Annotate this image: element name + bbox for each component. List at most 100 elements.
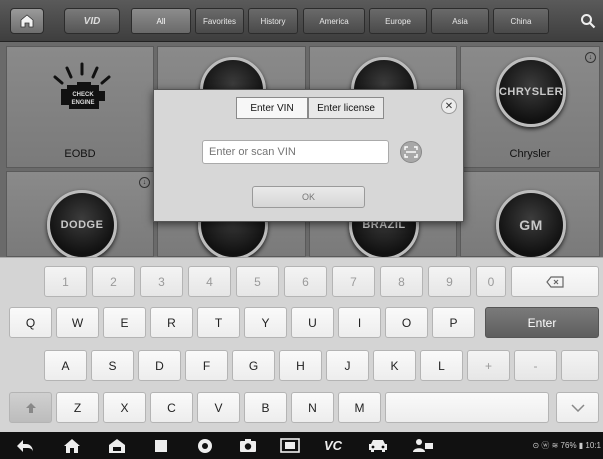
status-area: ⊙ ⓦ ≋ 76% ▮ 10:1 [532, 440, 601, 451]
key-g[interactable]: G [232, 350, 275, 381]
key-j[interactable]: J [326, 350, 369, 381]
emblem-text: GM [519, 217, 543, 233]
home-button[interactable] [10, 8, 44, 34]
key-q[interactable]: Q [9, 307, 52, 338]
key-label: T [214, 315, 223, 330]
tab-asia[interactable]: Asia [431, 8, 489, 34]
vehicle-tile-dodge[interactable]: ↓ DODGE [6, 171, 154, 260]
key-label: U [308, 315, 317, 330]
hide-keyboard-key[interactable] [556, 392, 599, 423]
vehicle-tile-chrysler[interactable]: ↓ CHRYSLER Chrysler [460, 46, 600, 168]
key-label: S [108, 358, 117, 373]
barcode-scan-icon[interactable] [400, 141, 422, 163]
tab-history[interactable]: History [248, 8, 298, 34]
system-nav-bar: VC ⊙ ⓦ ≋ 76% ▮ 10:1 [0, 432, 603, 459]
key-label: G [248, 358, 259, 373]
tab-label: Europe [385, 16, 411, 26]
key-b[interactable]: B [244, 392, 287, 423]
key-2[interactable]: 2 [92, 266, 135, 297]
key-f[interactable]: F [185, 350, 228, 381]
key-s[interactable]: S [91, 350, 134, 381]
key-label: X [120, 400, 129, 415]
key-k[interactable]: K [373, 350, 416, 381]
key-6[interactable]: 6 [284, 266, 327, 297]
key-m[interactable]: M [338, 392, 381, 423]
vci-label: VC [323, 438, 343, 453]
search-icon[interactable] [580, 13, 596, 29]
camera-icon[interactable] [237, 437, 259, 454]
hide-keyboard-icon [570, 403, 585, 412]
key-1[interactable]: 1 [44, 266, 87, 297]
vehicle-icon[interactable] [366, 437, 390, 454]
key-w[interactable]: W [56, 307, 99, 338]
key-label: 7 [350, 274, 357, 289]
tab-label: History [260, 16, 286, 26]
key-y[interactable]: Y [244, 307, 287, 338]
key-7[interactable]: 7 [332, 266, 375, 297]
key-minus[interactable]: - [514, 350, 557, 381]
key-e[interactable]: E [103, 307, 146, 338]
key-a[interactable]: A [44, 350, 87, 381]
key-label: 9 [446, 274, 453, 289]
tab-enter-vin[interactable]: Enter VIN [236, 97, 308, 119]
close-icon[interactable]: ✕ [441, 98, 457, 114]
home-icon[interactable] [61, 437, 83, 454]
download-icon: ↓ [139, 177, 150, 188]
key-p[interactable]: P [432, 307, 475, 338]
key-t[interactable]: T [197, 307, 240, 338]
key-i[interactable]: I [338, 307, 381, 338]
key-8[interactable]: 8 [380, 266, 423, 297]
shift-key[interactable] [9, 392, 52, 423]
key-label: 5 [254, 274, 261, 289]
key-0[interactable]: 0 [476, 266, 506, 297]
backspace-key[interactable] [511, 266, 599, 297]
key-u[interactable]: U [291, 307, 334, 338]
download-icon: ↓ [585, 52, 596, 63]
brand-emblem: CHRYSLER [496, 57, 566, 127]
tab-favorites[interactable]: Favorites [195, 8, 244, 34]
back-icon[interactable] [14, 437, 36, 454]
tab-europe[interactable]: Europe [369, 8, 427, 34]
vin-input[interactable] [202, 140, 389, 164]
key-3[interactable]: 3 [140, 266, 183, 297]
key-l[interactable]: L [420, 350, 463, 381]
key-r[interactable]: R [150, 307, 193, 338]
autel-home-icon[interactable] [106, 437, 128, 454]
vci-icon[interactable]: VC [318, 437, 348, 454]
key-n[interactable]: N [291, 392, 334, 423]
key-c[interactable]: C [150, 392, 193, 423]
key-4[interactable]: 4 [188, 266, 231, 297]
key-plus[interactable]: + [467, 350, 510, 381]
key-extra[interactable] [561, 350, 599, 381]
key-h[interactable]: H [279, 350, 322, 381]
home-icon [20, 14, 34, 28]
key-d[interactable]: D [138, 350, 181, 381]
key-label: A [61, 358, 70, 373]
tab-china[interactable]: China [493, 8, 549, 34]
brand-emblem: GM [496, 190, 566, 260]
key-x[interactable]: X [103, 392, 146, 423]
key-o[interactable]: O [385, 307, 428, 338]
enter-key[interactable]: Enter [485, 307, 599, 338]
tab-enter-license[interactable]: Enter license [308, 97, 384, 119]
key-label: L [438, 358, 445, 373]
key-z[interactable]: Z [56, 392, 99, 423]
remote-expert-icon[interactable] [410, 437, 436, 454]
vid-button[interactable]: VID [64, 8, 120, 34]
chrome-icon[interactable] [194, 437, 216, 454]
vehicle-tile-gm[interactable]: GM [460, 171, 600, 260]
recent-apps-icon[interactable] [150, 437, 172, 454]
ok-button[interactable]: OK [252, 186, 365, 208]
key-9[interactable]: 9 [428, 266, 471, 297]
screenshot-icon[interactable] [278, 437, 302, 454]
vehicle-tile-eobd[interactable]: CHECK ENGINE EOBD [6, 46, 154, 168]
tab-all[interactable]: All [131, 8, 191, 34]
tab-america[interactable]: America [303, 8, 365, 34]
key-label: P [449, 315, 458, 330]
tab-label: Asia [452, 16, 468, 26]
space-key[interactable] [385, 392, 549, 423]
key-5[interactable]: 5 [236, 266, 279, 297]
key-v[interactable]: V [197, 392, 240, 423]
key-label: O [401, 315, 412, 330]
tab-label: China [510, 16, 532, 26]
